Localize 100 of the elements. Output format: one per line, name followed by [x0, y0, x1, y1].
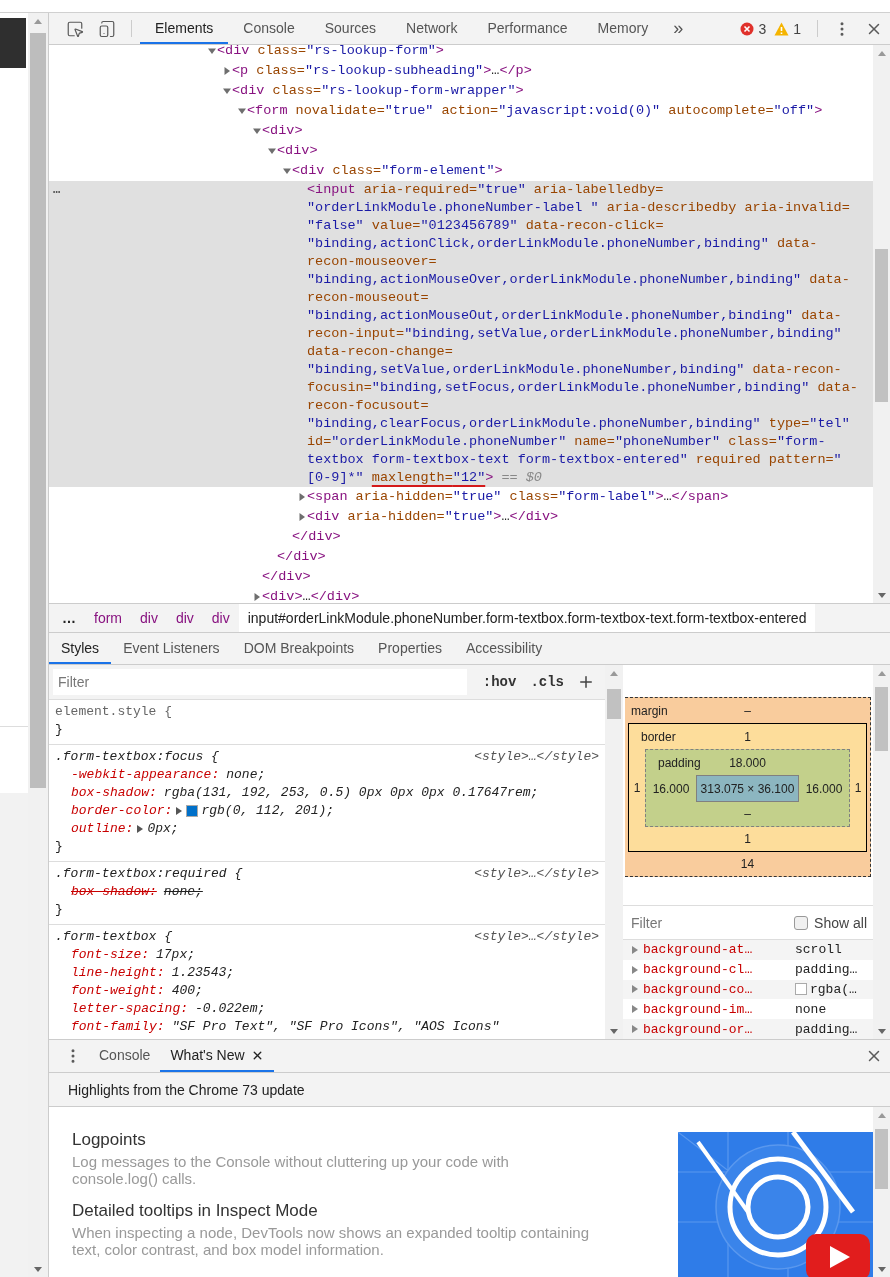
expand-arrow-icon[interactable]	[631, 1004, 639, 1015]
box-value[interactable]: 16.000	[799, 781, 849, 796]
device-icon[interactable]	[98, 19, 116, 38]
caret-down-icon[interactable]	[282, 166, 292, 176]
caret-down-icon[interactable]	[252, 126, 262, 136]
property-name[interactable]: font-family:	[71, 1018, 165, 1036]
breadcrumb-item[interactable]: div	[131, 604, 167, 632]
dom-node-text[interactable]: <div>	[262, 122, 303, 140]
more-options-button[interactable]: …	[49, 181, 69, 199]
scrollbar[interactable]	[28, 13, 48, 1277]
dom-node-text[interactable]: <div class="form-element">	[292, 162, 503, 180]
selected-node-highlight[interactable]	[49, 181, 873, 487]
expand-arrow-icon[interactable]	[631, 944, 639, 955]
scrollbar[interactable]	[873, 1107, 890, 1277]
error-count[interactable]: 3	[758, 20, 767, 37]
panel-tab[interactable]: Network	[391, 13, 473, 44]
property-name[interactable]: background-or…	[643, 1021, 795, 1037]
color-swatch[interactable]	[186, 805, 199, 817]
color-swatch[interactable]	[795, 983, 807, 996]
content-box[interactable]: 313.075 × 36.100	[696, 775, 799, 802]
filter-field[interactable]: Filter	[53, 669, 467, 695]
property-name[interactable]: box-shadow:	[71, 784, 157, 802]
property-name[interactable]: letter-spacing:	[71, 1000, 189, 1018]
caret-down-icon[interactable]	[267, 146, 277, 156]
expand-arrow-icon[interactable]	[631, 984, 639, 995]
panel-tab[interactable]: Console	[228, 13, 310, 44]
dom-node-text[interactable]: <p class="rs-lookup-subheading">…</p>	[232, 62, 532, 80]
caret-down-icon[interactable]	[237, 106, 247, 116]
caret-down-icon[interactable]	[222, 86, 232, 96]
property-value[interactable]: "SF Pro Text", "SF Pro Icons", "AOS Icons"	[171, 1018, 500, 1036]
breadcrumb-item[interactable]: form	[85, 604, 131, 632]
stylesheet-link[interactable]: <style>…</style>	[474, 928, 599, 946]
property-name[interactable]: font-size:	[71, 946, 149, 964]
cursor-icon[interactable]	[66, 19, 84, 38]
caret-right-icon[interactable]	[297, 492, 307, 502]
caret-right-icon[interactable]	[222, 66, 232, 76]
box-value[interactable]: 14	[740, 857, 755, 871]
closing-tag[interactable]: </div>	[262, 568, 311, 586]
filter-field[interactable]: Filter	[629, 913, 795, 932]
expand-arrow-icon[interactable]	[631, 964, 639, 975]
dom-node-text[interactable]: <input aria-required="true" aria-labelledby= "orderLinkModule.phoneNumber-label " aria-describedby aria-invalid= "false" value="0123456789" data-recon-click= "binding,actionClick,orderLinkModule.phoneNumber,binding" data- recon-mouseover= "binding,actionMouseOver,orderLinkModule.phoneNumber,binding" data- recon-mouseout= "binding,actionMouseOut,orderLinkModule.phoneNumber,binding" data- recon-input="binding,setValue,orderLinkModule.phoneNumber,binding" data-recon-change= "binding,setValue,orderLinkModule.phoneNumber,binding" data-recon- focusin="binding,setFocus,orderLinkModule.phoneNumber,binding" data- recon-focusout= "binding,clearFocus,orderLinkModule.phoneNumber,binding" type="tel" id="orderLinkModule.phoneNumber" name="phoneNumber" class="form- textbox form-textbox-text form-textbox-entered" required pattern=" [0-9]*" maxlength="12"> == $0	[307, 181, 858, 487]
property-value[interactable]: 1.23543;	[171, 964, 235, 982]
expand-arrow-icon[interactable]	[631, 1024, 639, 1035]
panel-tab[interactable]: Performance	[472, 13, 583, 44]
property-value[interactable]: none;	[163, 883, 203, 901]
box-value[interactable]: –	[744, 703, 751, 718]
box-value[interactable]: 18.000	[729, 755, 766, 770]
box-value[interactable]: –	[744, 807, 751, 821]
property-name[interactable]: background-cl…	[643, 962, 795, 978]
sidebar-tab[interactable]: Properties	[366, 633, 454, 664]
breadcrumb-item[interactable]: div	[166, 604, 203, 632]
property-value[interactable]: 17px;	[156, 946, 196, 964]
breadcrumb-item[interactable]: input#orderLinkModule.phoneNumber.form-textbox.form-textbox-text.form-textbox-entered	[238, 604, 816, 632]
property-value[interactable]: rgb(0, 112, 201);	[201, 802, 335, 820]
box-value[interactable]: 16.000	[646, 781, 696, 796]
sidebar-tab[interactable]: Event Listeners	[111, 633, 232, 664]
property-value[interactable]: 400;	[171, 982, 203, 1000]
box-value[interactable]: 1	[629, 781, 645, 795]
property-name[interactable]: background-at…	[643, 942, 795, 958]
property-name[interactable]: background-co…	[643, 982, 795, 997]
hover-state-button[interactable]: :hov	[475, 674, 524, 690]
caret-right-icon[interactable]	[297, 512, 307, 522]
box-value[interactable]: 1	[744, 832, 751, 846]
scrollbar[interactable]	[873, 665, 890, 1039]
property-name[interactable]: box-shadow:	[71, 883, 157, 901]
expand-arrow-icon[interactable]	[175, 806, 184, 816]
dom-node-text[interactable]: <span aria-hidden="true" class="form-label">…</span>	[307, 488, 729, 506]
warning-count[interactable]: 1	[793, 20, 801, 37]
box-value[interactable]: 1	[850, 781, 866, 795]
scrollbar[interactable]	[605, 665, 623, 1039]
property-name[interactable]: outline:	[71, 820, 134, 838]
class-button[interactable]: .cls	[523, 674, 571, 690]
expand-arrow-icon[interactable]	[136, 824, 145, 834]
property-value[interactable]: none;	[226, 766, 266, 784]
property-name[interactable]: -webkit-appearance:	[71, 766, 220, 784]
dom-node-text[interactable]: <div>…</div>	[262, 588, 360, 603]
dom-node-text[interactable]: <div>	[277, 142, 318, 160]
sidebar-tab[interactable]: Accessibility	[453, 633, 555, 664]
drawer-tab[interactable]: Console	[89, 1040, 161, 1072]
breadcrumb-item[interactable]: div	[202, 604, 239, 632]
dom-node-text[interactable]: <form novalidate="true" action="javascript:void(0)" autocomplete="off">	[247, 102, 823, 120]
panel-tab[interactable]: Memory	[582, 13, 664, 44]
property-name[interactable]: border-color:	[71, 802, 173, 820]
property-name[interactable]: background-im…	[643, 1001, 795, 1017]
sidebar-tab[interactable]: DOM Breakpoints	[231, 633, 367, 664]
box-value[interactable]: 1	[744, 729, 751, 744]
property-value[interactable]: -0.022em;	[195, 1000, 266, 1018]
dom-node-text[interactable]: <div class="rs-lookup-form-wrapper">	[232, 82, 524, 100]
dom-node-text[interactable]: <div class="rs-lookup-form">	[217, 45, 444, 60]
stylesheet-link[interactable]: <style>…</style>	[474, 748, 599, 766]
property-name[interactable]: font-weight:	[71, 982, 165, 1000]
closing-tag[interactable]: </div>	[277, 548, 326, 566]
dom-node-text[interactable]: <div aria-hidden="true">…</div>	[307, 508, 559, 526]
property-value[interactable]: 0px;	[147, 820, 179, 838]
plus-icon[interactable]	[577, 673, 595, 691]
more-tabs-button[interactable]: »	[663, 13, 694, 44]
property-name[interactable]: line-height:	[71, 964, 165, 982]
checkbox[interactable]	[794, 915, 809, 930]
closing-tag[interactable]: </div>	[292, 528, 341, 546]
more-button[interactable]: …	[53, 604, 85, 632]
